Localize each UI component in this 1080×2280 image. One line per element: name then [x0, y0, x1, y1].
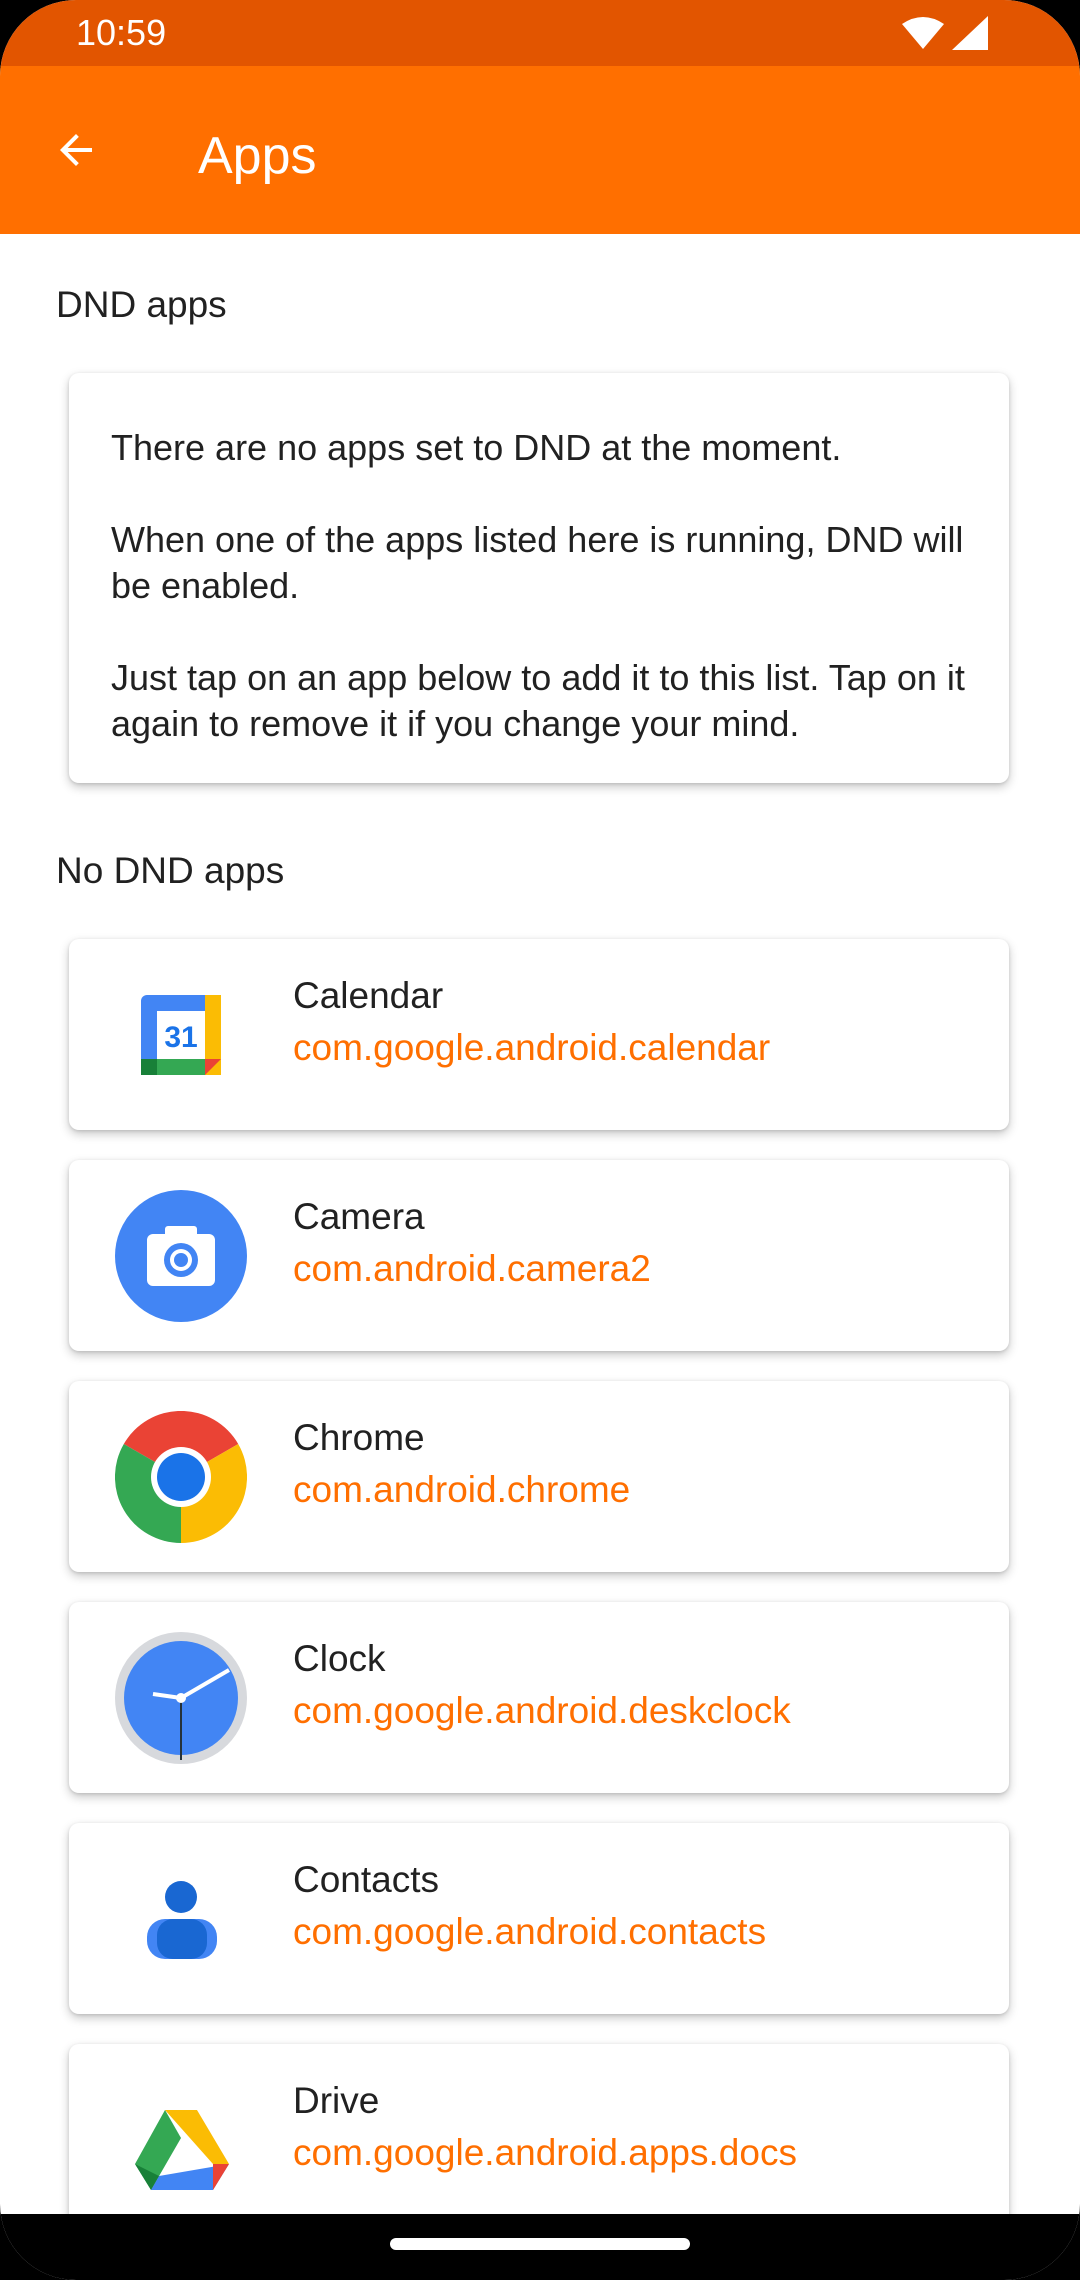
screen: 10:59 Apps DND apps There are no apps se… — [0, 0, 1080, 2280]
app-item-drive[interactable]: Drive com.google.android.apps.docs — [69, 2044, 1009, 2214]
app-name: Calendar — [293, 975, 444, 1016]
app-name: Camera — [293, 1196, 425, 1237]
content-scroll[interactable]: DND apps There are no apps set to DND at… — [0, 234, 1080, 2214]
calendar-icon-text: 31 — [164, 1021, 197, 1054]
app-name: Contacts — [293, 1859, 440, 1900]
app-package: com.google.android.apps.docs — [293, 2132, 797, 2173]
back-button[interactable] — [30, 104, 122, 196]
app-package: com.android.camera2 — [293, 1248, 651, 1289]
info-line: When one of the apps listed here is runn… — [111, 519, 964, 606]
calendar-icon: 31 — [141, 995, 221, 1075]
navigation-bar — [0, 2214, 1080, 2280]
clock-icon — [115, 1632, 247, 1764]
wifi-icon — [902, 17, 944, 49]
arrow-back-icon — [60, 134, 92, 166]
info-card: There are no apps set to DND at the mome… — [69, 373, 1009, 783]
info-line: There are no apps set to DND at the mome… — [111, 427, 842, 468]
info-line: Just tap on an app below to add it to th… — [111, 657, 965, 744]
status-bar: 10:59 — [0, 0, 1080, 66]
page-title: Apps — [198, 127, 317, 185]
section-label-no-dnd-apps: No DND apps — [56, 850, 285, 891]
signal-icon — [952, 16, 988, 50]
app-item-calendar[interactable]: 31 Calendar com.google.android.calendar — [69, 939, 1009, 1130]
app-item-camera[interactable]: Camera com.android.camera2 — [69, 1160, 1009, 1351]
home-gesture-handle[interactable] — [390, 2238, 690, 2250]
section-label-dnd-apps: DND apps — [56, 284, 227, 325]
status-icons — [902, 16, 988, 50]
app-item-clock[interactable]: Clock com.google.android.deskclock — [69, 1602, 1009, 1793]
app-package: com.google.android.contacts — [293, 1911, 767, 1952]
info-text: There are no apps set to DND at the mome… — [111, 425, 971, 747]
app-item-contacts[interactable]: Contacts com.google.android.contacts — [69, 1823, 1009, 2014]
app-name: Chrome — [293, 1417, 425, 1458]
app-package: com.android.chrome — [293, 1469, 631, 1510]
app-package: com.google.android.calendar — [293, 1027, 771, 1068]
app-name: Drive — [293, 2080, 380, 2121]
chrome-icon — [115, 1411, 247, 1543]
app-bar: Apps — [0, 66, 1080, 234]
contacts-icon — [147, 1881, 217, 1959]
camera-icon — [115, 1190, 247, 1322]
app-package: com.google.android.deskclock — [293, 1690, 791, 1731]
drive-icon — [135, 2110, 229, 2190]
app-item-chrome[interactable]: Chrome com.android.chrome — [69, 1381, 1009, 1572]
app-name: Clock — [293, 1638, 386, 1679]
status-time: 10:59 — [76, 12, 167, 53]
